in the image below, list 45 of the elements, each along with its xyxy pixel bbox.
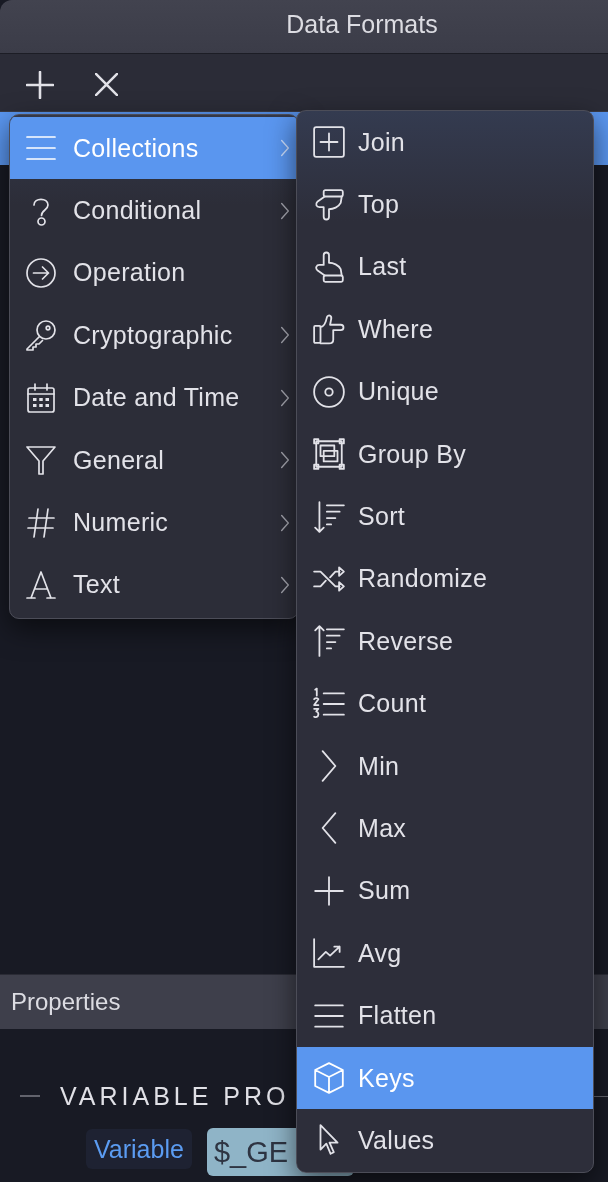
submenu-item[interactable]: Randomize: [297, 547, 593, 611]
menu-item[interactable]: Date and Time: [10, 366, 298, 429]
close-button[interactable]: [95, 73, 118, 96]
submenu-item[interactable]: Sum: [297, 859, 593, 923]
key-icon: [25, 319, 57, 352]
hash-icon: [25, 506, 57, 539]
line-chart-icon: [312, 936, 346, 971]
menu-item[interactable]: Text: [10, 553, 298, 617]
numbered-list-icon: [312, 686, 346, 721]
submenu-item[interactable]: Count: [297, 672, 593, 735]
cube-icon: [312, 1061, 346, 1096]
sort-descending-icon: [312, 499, 346, 534]
group-icon: [312, 437, 346, 472]
ring-icon: [312, 374, 346, 409]
submenu-item[interactable]: Where: [297, 298, 593, 361]
calendar-icon: [25, 381, 57, 414]
type-label: Variable: [86, 1129, 192, 1169]
window-title: Data Formats: [286, 10, 438, 39]
hand-pointing-up-icon: [312, 249, 346, 284]
submenu-item[interactable]: Max: [297, 797, 593, 860]
funnel-icon: [25, 444, 57, 477]
close-icon: [95, 73, 118, 96]
sort-ascending-icon: [312, 624, 346, 659]
hand-pointing-down-icon: [312, 187, 346, 222]
plus-square-icon: [312, 125, 346, 160]
submenu-item[interactable]: Top: [297, 173, 593, 236]
menu-item[interactable]: Operation: [10, 241, 298, 305]
letter-a-icon: [25, 568, 57, 601]
submenu-item[interactable]: Group By: [297, 422, 593, 486]
menu-item[interactable]: General: [10, 428, 298, 492]
hand-pointing-right-icon: [312, 312, 346, 347]
submenu-item[interactable]: Min: [297, 734, 593, 798]
plus-icon: [26, 70, 54, 99]
add-button[interactable]: [26, 70, 54, 99]
submenu-item[interactable]: Reverse: [297, 610, 593, 673]
submenu-item[interactable]: Join: [297, 111, 593, 174]
submenu-item[interactable]: Last: [297, 235, 593, 299]
submenu-item[interactable]: Unique: [297, 360, 593, 423]
plus-icon: [312, 873, 346, 908]
arrow-circle-icon: [25, 256, 57, 289]
menu-item[interactable]: Conditional: [10, 179, 298, 242]
menu-item[interactable]: Cryptographic: [10, 304, 298, 367]
section-title: VARIABLE PRO: [60, 1081, 290, 1111]
submenu-item[interactable]: Sort: [297, 485, 593, 548]
menu-item[interactable]: Numeric: [10, 491, 298, 554]
